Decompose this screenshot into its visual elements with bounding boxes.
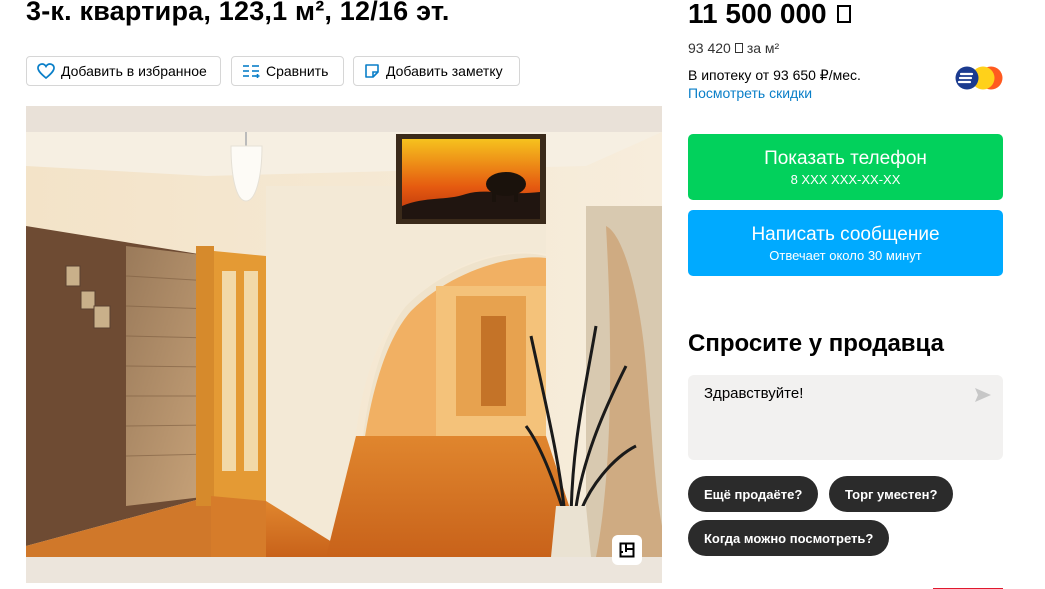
listing-photo[interactable] xyxy=(26,106,662,583)
heart-icon xyxy=(37,63,55,79)
quick-reply-bargain[interactable]: Торг уместен? xyxy=(829,476,954,512)
add-to-favorites-button[interactable]: Добавить в избранное xyxy=(26,56,221,86)
show-phone-button[interactable]: Показать телефон 8 XXX XXX-XX-XX xyxy=(688,134,1003,200)
view-discounts-link[interactable]: Посмотреть скидки xyxy=(688,85,812,101)
add-note-button[interactable]: Добавить заметку xyxy=(353,56,520,86)
price: 11 500 000 xyxy=(688,0,851,30)
price-value: 11 500 000 xyxy=(688,0,827,29)
quick-reply-still-selling[interactable]: Ещё продаёте? xyxy=(688,476,819,512)
write-message-button[interactable]: Написать сообщение Отвечает около 30 мин… xyxy=(688,210,1003,276)
listing-title: 3-к. квартира, 123,1 м², 12/16 эт. xyxy=(26,0,450,26)
bank-logo[interactable] xyxy=(955,66,1003,90)
price-per-m2-value: 93 420 xyxy=(688,40,731,56)
ask-seller-heading: Спросите у продавца xyxy=(688,330,944,357)
price-per-m2-suffix: за м² xyxy=(746,40,780,56)
currency-glyph-small xyxy=(734,43,743,53)
response-time: Отвечает около 30 минут xyxy=(769,247,922,263)
floorplan-button[interactable] xyxy=(612,535,642,565)
write-message-label: Написать сообщение xyxy=(751,223,940,245)
apartment-interior-image xyxy=(26,106,662,583)
phone-masked: 8 XXX XXX-XX-XX xyxy=(790,171,901,187)
show-phone-label: Показать телефон xyxy=(764,147,927,169)
quick-reply-when-view[interactable]: Когда можно посмотреть? xyxy=(688,520,890,556)
add-to-favorites-label: Добавить в избранное xyxy=(61,63,207,79)
compare-button[interactable]: Сравнить xyxy=(231,56,344,86)
add-note-label: Добавить заметку xyxy=(386,63,503,79)
send-icon[interactable] xyxy=(973,386,993,404)
price-per-m2: 93 420 за м² xyxy=(688,40,779,56)
compare-label: Сравнить xyxy=(266,63,329,79)
compare-icon xyxy=(243,65,260,78)
note-icon xyxy=(365,64,379,78)
currency-glyph xyxy=(836,5,851,23)
mortgage-info: В ипотеку от 93 650 ₽/мес. xyxy=(688,67,861,83)
seller-message-input[interactable]: Здравствуйте! xyxy=(688,375,1003,460)
floorplan-icon xyxy=(619,542,635,558)
